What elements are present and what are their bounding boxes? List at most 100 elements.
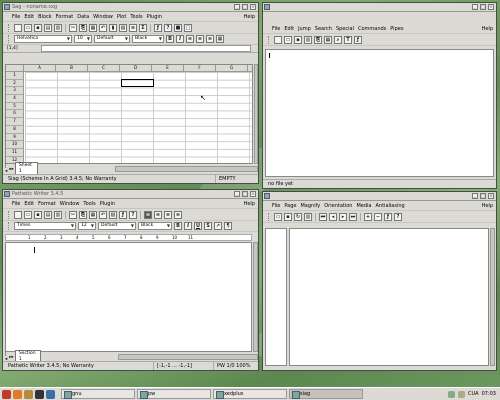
clock[interactable]: 07:03 [482,391,496,397]
scheme-icon[interactable]: ƒ [119,210,127,219]
task-xedplus[interactable]: xedplus [213,389,287,399]
undo-icon[interactable]: ↶ [99,23,107,32]
search-icon[interactable]: ⌕ [334,35,342,44]
menu-help[interactable]: Help [482,203,493,209]
bold-button[interactable]: B [166,35,174,43]
spreadsheet-titlebar[interactable]: Sag - noname.sxg _ □ × [3,3,258,12]
row-header[interactable]: 4 [6,95,23,103]
row-header[interactable]: 6 [6,110,23,119]
ruler[interactable]: 1 2 3 4 5 6 7 8 9 10 11 [5,234,252,241]
save-icon[interactable]: ▪ [34,23,42,32]
minimize-button[interactable]: _ [472,4,478,10]
sort-icon[interactable]: ≡ [129,23,137,32]
menu-file[interactable]: File [272,203,280,209]
row-header[interactable]: 9 [6,134,23,142]
viewer-titlebar[interactable]: _ □ × [263,192,496,201]
menu-special[interactable]: Special [336,26,354,32]
help-icon[interactable]: ? [164,23,172,32]
align-left-icon[interactable]: ≡ [144,210,152,219]
align-right-icon[interactable]: ≡ [164,210,172,219]
open-icon[interactable]: ▭ [284,35,292,44]
menu-data[interactable]: Data [77,14,89,20]
new-icon[interactable] [14,23,22,32]
selected-cell[interactable] [121,79,154,87]
copy-icon[interactable]: ⎘ [79,210,87,219]
prev-page-icon[interactable]: ◂ [329,212,337,221]
font-select[interactable]: Helvetica ▼ [14,35,72,43]
close-button[interactable]: × [250,191,256,197]
open-icon[interactable]: ▭ [24,23,32,32]
menu-plot[interactable]: Plot [117,14,126,20]
paste-icon[interactable]: ▦ [89,23,97,32]
menu-pipes[interactable]: Pipes [390,26,403,32]
paste-icon[interactable]: ▦ [89,210,97,219]
close-button[interactable]: × [250,4,256,10]
menu-tools[interactable]: Tools [130,14,142,20]
editor-titlebar[interactable]: _ □ × [263,3,496,12]
tab-next-arrow-icon[interactable]: ▸▸ [9,355,14,360]
row-header[interactable]: 2 [6,80,23,88]
menu-help[interactable]: Help [244,201,255,207]
paste-icon[interactable]: ▦ [324,35,332,44]
menu-help[interactable]: Help [482,26,493,32]
minimize-button[interactable]: _ [234,191,240,197]
menu-icon[interactable] [2,389,11,399]
last-page-icon[interactable]: ⏭ [349,212,357,221]
help-icon[interactable] [46,389,55,399]
maximize-button[interactable]: □ [480,193,486,199]
undo-icon[interactable]: ↶ [99,210,107,219]
menu-search[interactable]: Search [315,26,332,32]
column-header[interactable]: E [152,65,184,71]
strike-button[interactable]: S [204,222,212,230]
task-gnu[interactable]: gnu [61,389,135,399]
cut-icon[interactable]: ✂ [69,210,77,219]
size-select[interactable]: 10 ▼ [74,35,92,43]
save-icon[interactable]: ▪ [284,212,292,221]
hyperlink-icon[interactable]: ↗ [214,222,222,230]
column-header[interactable]: G [216,65,248,71]
copy-icon[interactable]: ⎘ [79,23,87,32]
first-page-icon[interactable]: ⏮ [319,212,327,221]
row-header[interactable]: 10 [6,141,23,149]
text-area[interactable] [265,49,494,177]
volume-icon[interactable] [458,390,465,398]
menu-plugin[interactable]: Plugin [147,14,162,20]
size-select[interactable]: 12 ▼ [78,222,96,230]
menu-antialiasing[interactable]: Antialiasing [376,203,405,209]
toolbar-grip[interactable] [8,23,11,32]
column-header[interactable]: C [88,65,120,71]
task-pw[interactable]: pw [137,389,211,399]
italic-button[interactable]: I [184,222,192,230]
vertical-scrollbar[interactable] [253,242,258,352]
scheme-icon[interactable]: ƒ [354,35,362,44]
menu-commands[interactable]: Commands [358,26,386,32]
print-icon[interactable]: ▥ [54,23,62,32]
task-siag[interactable]: siag [289,389,363,399]
chart-icon[interactable]: ▧ [109,210,117,219]
column-header[interactable]: D [120,65,152,71]
close-button[interactable]: × [488,4,494,10]
grid-icon[interactable]: ▦ [216,35,224,43]
chart-icon[interactable]: ▧ [119,23,127,32]
color-select[interactable]: Black ▼ [132,35,164,43]
menu-edit[interactable]: Edit [24,14,34,20]
text-icon[interactable]: T [344,35,352,44]
align-center-icon[interactable]: ≡ [154,210,162,219]
menu-file[interactable]: File [12,201,20,207]
horizontal-scrollbar[interactable] [115,166,258,172]
menu-magnify[interactable]: Magnify [300,203,320,209]
menu-edit[interactable]: Edit [284,26,294,32]
minimize-button[interactable]: _ [234,4,240,10]
column-header[interactable]: F [184,65,216,71]
network-icon[interactable] [448,390,455,398]
border-icon[interactable]: □ [184,23,192,32]
menu-tools[interactable]: Tools [83,201,95,207]
print-icon[interactable]: ▥ [304,212,312,221]
help-icon[interactable]: ? [394,212,402,221]
menu-page[interactable]: Page [284,203,296,209]
document-area[interactable] [5,242,252,352]
italic-button[interactable]: I [176,35,184,43]
menu-format[interactable]: Format [38,201,56,207]
stop-icon[interactable]: ■ [174,23,182,32]
horizontal-scrollbar[interactable] [118,354,258,360]
